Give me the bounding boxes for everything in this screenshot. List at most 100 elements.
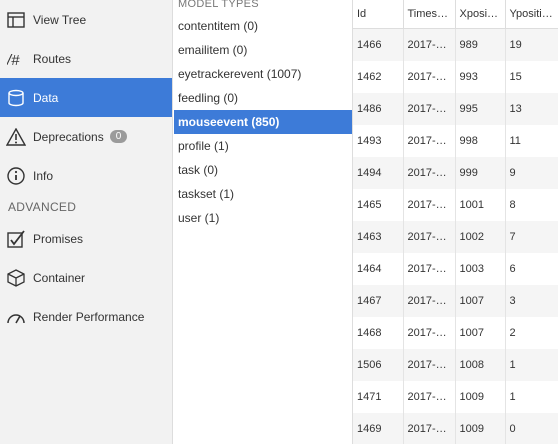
records-table-pane: Id Timesta... Xposition Yposition 1466 20…	[353, 0, 558, 444]
table-row[interactable]: 1471 2017-0... 1009 1	[353, 381, 558, 413]
table-cell: 995	[455, 93, 506, 125]
table-cell: 15	[505, 61, 558, 93]
model-type-item[interactable]: profile (1)	[174, 134, 352, 158]
table-cell: 2017-0...	[403, 189, 456, 221]
promises-icon	[6, 229, 26, 249]
table-cell: 1486	[353, 93, 404, 125]
table-cell: 1493	[353, 125, 404, 157]
table-row[interactable]: 1468 2017-0... 1007 2	[353, 317, 558, 349]
table-cell: 1463	[353, 221, 404, 253]
model-type-item[interactable]: feedling (0)	[174, 86, 352, 110]
table-cell: 1	[505, 381, 558, 413]
data-icon	[6, 88, 26, 108]
table-row[interactable]: 1469 2017-0... 1009 0	[353, 413, 558, 444]
table-cell: 19	[505, 28, 558, 61]
table-cell: 1	[505, 349, 558, 381]
model-types-header: MODEL TYPES	[178, 0, 259, 10]
model-type-item[interactable]: taskset (1)	[174, 182, 352, 206]
table-cell: 1462	[353, 61, 404, 93]
model-type-item-selected[interactable]: mouseevent (850)	[174, 110, 352, 134]
table-body: 1466 2017-0... 989 19 1462 2017-0... 993 15 1486…	[353, 28, 558, 444]
model-type-item[interactable]: contentitem (0)	[174, 14, 352, 38]
table-cell: 8	[505, 189, 558, 221]
model-type-item[interactable]: user (1)	[174, 206, 352, 230]
table-cell: 999	[455, 157, 506, 189]
table-cell: 1466	[353, 28, 404, 61]
column-header-yposition[interactable]: Yposition	[505, 0, 558, 29]
table-cell: 2017-0...	[403, 413, 456, 444]
table-row[interactable]: 1486 2017-0... 995 13	[353, 93, 558, 125]
sidebar-item-view-tree[interactable]: View Tree	[0, 0, 172, 39]
table-row[interactable]: 1506 2017-0... 1008 1	[353, 349, 558, 381]
model-type-item[interactable]: eyetrackerevent (1007)	[174, 62, 352, 86]
sidebar-item-render-performance[interactable]: Render Performance	[0, 297, 172, 336]
sidebar-item-info[interactable]: Info	[0, 156, 172, 195]
sidebar-item-promises[interactable]: Promises	[0, 219, 172, 258]
table-cell: 9	[505, 157, 558, 189]
table-cell: 6	[505, 253, 558, 285]
table-row[interactable]: 1463 2017-0... 1002 7	[353, 221, 558, 253]
table-cell: 1002	[455, 221, 506, 253]
table-row[interactable]: 1466 2017-0... 989 19	[353, 28, 558, 61]
sidebar-item-label: Info	[33, 168, 54, 183]
table-cell: 7	[505, 221, 558, 253]
sidebar-item-label: Routes	[33, 51, 72, 66]
sidebar-item-label: Promises	[33, 231, 84, 246]
table-cell: 1008	[455, 349, 506, 381]
render-performance-icon	[6, 307, 26, 327]
table-cell: 2017-0...	[403, 381, 456, 413]
table-cell: 2017-0...	[403, 349, 456, 381]
warning-icon	[6, 127, 26, 147]
table-cell: 3	[505, 285, 558, 317]
table-cell: 11	[505, 125, 558, 157]
table-cell: 1471	[353, 381, 404, 413]
sidebar: View Tree /# Routes Data Deprecations 0 …	[0, 0, 173, 444]
table-row[interactable]: 1494 2017-0... 999 9	[353, 157, 558, 189]
routes-icon: /#	[6, 49, 26, 69]
sidebar-item-label: Deprecations	[33, 129, 104, 144]
table-cell: 993	[455, 61, 506, 93]
table-cell: 2017-0...	[403, 221, 456, 253]
container-icon	[6, 268, 26, 288]
column-header-timestamp[interactable]: Timesta...	[403, 0, 456, 29]
table-row[interactable]: 1462 2017-0... 993 15	[353, 61, 558, 93]
table-cell: 1469	[353, 413, 404, 444]
table-cell: 1465	[353, 189, 404, 221]
sidebar-item-data[interactable]: Data	[0, 78, 172, 117]
sidebar-item-routes[interactable]: /# Routes	[0, 39, 172, 78]
table-cell: 2017-0...	[403, 28, 456, 61]
sidebar-item-label: View Tree	[33, 12, 87, 27]
table-cell: 1494	[353, 157, 404, 189]
table-cell: 1009	[455, 381, 506, 413]
table-row[interactable]: 1467 2017-0... 1007 3	[353, 285, 558, 317]
table-cell: 1001	[455, 189, 506, 221]
model-type-item[interactable]: emailitem (0)	[174, 38, 352, 62]
model-type-item[interactable]: task (0)	[174, 158, 352, 182]
table-cell: 1468	[353, 317, 404, 349]
table-cell: 1003	[455, 253, 506, 285]
table-cell: 0	[505, 413, 558, 444]
table-cell: 1506	[353, 349, 404, 381]
table-cell: 989	[455, 28, 506, 61]
sidebar-item-container[interactable]: Container	[0, 258, 172, 297]
table-cell: 1009	[455, 413, 506, 444]
table-cell: 2	[505, 317, 558, 349]
table-cell: 2017-0...	[403, 253, 456, 285]
deprecations-count-badge: 0	[109, 130, 128, 143]
table-cell: 1007	[455, 317, 506, 349]
table-cell: 2017-0...	[403, 125, 456, 157]
svg-text:/#: /#	[7, 52, 20, 67]
table-cell: 2017-0...	[403, 157, 456, 189]
sidebar-item-deprecations[interactable]: Deprecations 0	[0, 117, 172, 156]
table-row[interactable]: 1493 2017-0... 998 11	[353, 125, 558, 157]
column-header-xposition[interactable]: Xposition	[455, 0, 506, 29]
table-row[interactable]: 1465 2017-0... 1001 8	[353, 189, 558, 221]
table-cell: 1007	[455, 285, 506, 317]
table-row[interactable]: 1464 2017-0... 1003 6	[353, 253, 558, 285]
column-header-id[interactable]: Id	[353, 0, 404, 29]
records-table: Id Timesta... Xposition Yposition 1466 20…	[353, 0, 558, 444]
table-cell: 998	[455, 125, 506, 157]
table-cell: 2017-0...	[403, 61, 456, 93]
table-cell: 2017-0...	[403, 285, 456, 317]
table-cell: 1464	[353, 253, 404, 285]
